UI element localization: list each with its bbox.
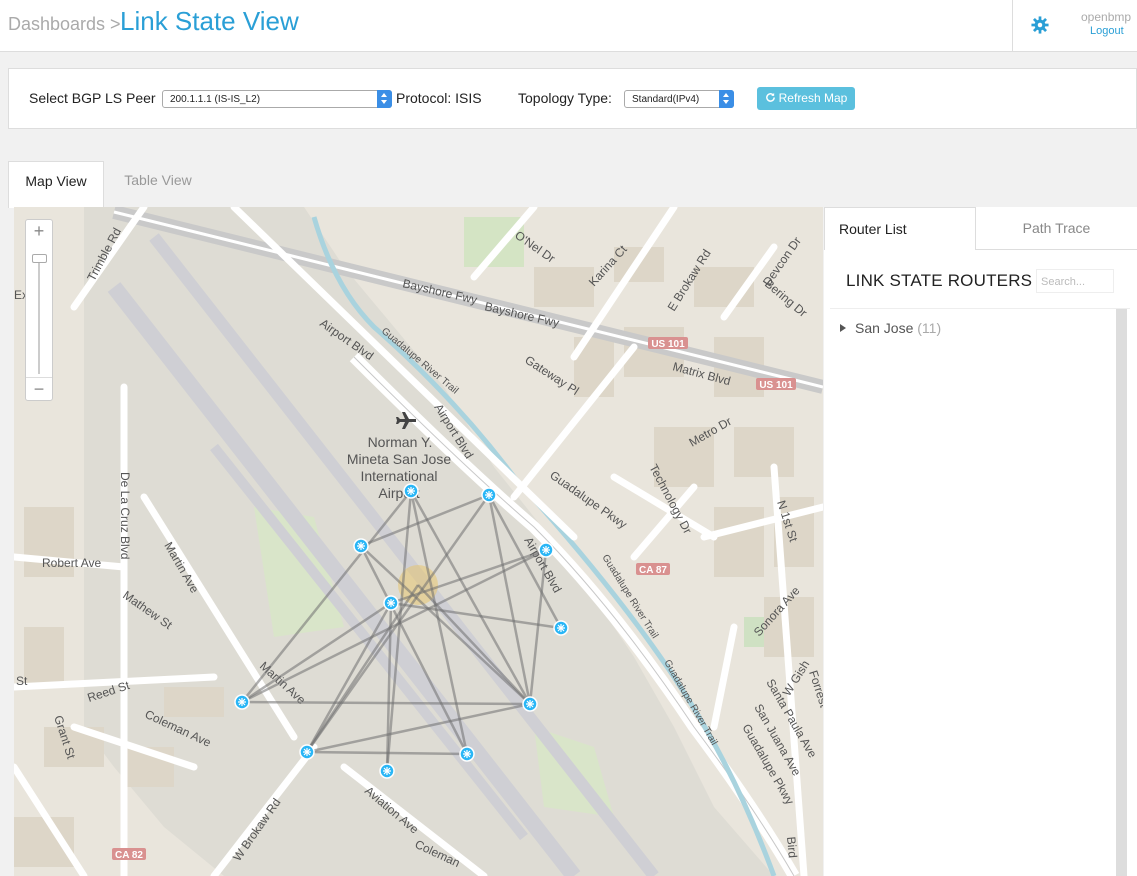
shield-label: CA 82 bbox=[115, 850, 143, 861]
svg-text:Robert Ave: Robert Ave bbox=[42, 556, 101, 570]
page-title: Link State View bbox=[120, 6, 299, 36]
router-node bbox=[299, 744, 315, 760]
logout-link[interactable]: Logout bbox=[1090, 25, 1124, 37]
sidebar-scrollbar[interactable] bbox=[1116, 309, 1127, 876]
group-count: (11) bbox=[917, 320, 942, 336]
svg-text:International: International bbox=[360, 468, 437, 484]
router-node bbox=[234, 694, 250, 710]
router-node bbox=[459, 746, 475, 762]
controls-panel: Select BGP LS Peer 200.1.1.1 (IS-IS_L2) … bbox=[8, 68, 1137, 129]
topology-select[interactable]: Standard(IPv4) bbox=[624, 90, 734, 108]
router-node bbox=[383, 595, 399, 611]
zoom-control: + − bbox=[25, 219, 53, 401]
breadcrumb-dashboards[interactable]: Dashboards > bbox=[8, 14, 121, 35]
protocol-label: Protocol: ISIS bbox=[396, 90, 482, 106]
svg-text:Norman Y.: Norman Y. bbox=[368, 434, 433, 450]
refresh-icon bbox=[765, 92, 775, 102]
router-node bbox=[522, 696, 538, 712]
router-node bbox=[538, 542, 554, 558]
router-search-input[interactable]: Search... bbox=[1036, 269, 1114, 293]
refresh-map-button[interactable]: Refresh Map bbox=[757, 87, 855, 110]
tab-map-view[interactable]: Map View bbox=[8, 161, 104, 208]
svg-text:Bird: Bird bbox=[784, 836, 800, 858]
router-node bbox=[553, 620, 569, 636]
topology-label: Topology Type: bbox=[518, 90, 612, 106]
router-node bbox=[481, 487, 497, 503]
refresh-map-label: Refresh Map bbox=[778, 91, 848, 105]
select-arrows-icon bbox=[719, 90, 734, 108]
svg-text:St: St bbox=[16, 674, 28, 688]
router-sidebar: Router List Path Trace LINK STATE ROUTER… bbox=[824, 207, 1137, 876]
shield-label: US 101 bbox=[759, 380, 793, 391]
zoom-slider-track[interactable] bbox=[38, 256, 40, 374]
svg-text:De La Cruz Blvd: De La Cruz Blvd bbox=[118, 472, 132, 559]
select-arrows-icon bbox=[377, 90, 392, 108]
divider bbox=[830, 308, 1130, 309]
group-name: San Jose bbox=[855, 320, 914, 336]
peer-select-value: 200.1.1.1 (IS-IS_L2) bbox=[170, 94, 261, 105]
tree-item-san-jose[interactable]: San Jose (11) bbox=[840, 320, 941, 336]
map-svg: US 101 US 101 CA 87 CA 82 Trimble Rd Bay… bbox=[14, 207, 823, 876]
zoom-slider-handle[interactable] bbox=[32, 254, 47, 263]
caret-right-icon bbox=[840, 324, 846, 332]
shield-label: CA 87 bbox=[639, 565, 667, 576]
svg-text:Mineta San Jose: Mineta San Jose bbox=[347, 451, 451, 467]
gear-icon[interactable] bbox=[1031, 16, 1049, 34]
router-node bbox=[403, 483, 419, 499]
peer-select[interactable]: 200.1.1.1 (IS-IS_L2) bbox=[162, 90, 392, 108]
router-node bbox=[353, 538, 369, 554]
top-bar: Dashboards > Link State View openbmp Log… bbox=[0, 0, 1137, 52]
link-state-routers-heading: LINK STATE ROUTERS bbox=[846, 271, 1033, 290]
user-area: openbmp Logout bbox=[1012, 0, 1137, 51]
topology-select-value: Standard(IPv4) bbox=[632, 94, 700, 105]
tab-table-view[interactable]: Table View bbox=[104, 161, 212, 200]
peer-label: Select BGP LS Peer bbox=[29, 90, 156, 106]
zoom-out-button[interactable]: − bbox=[26, 377, 52, 400]
tab-path-trace[interactable]: Path Trace bbox=[976, 207, 1137, 250]
map-canvas[interactable]: US 101 US 101 CA 87 CA 82 Trimble Rd Bay… bbox=[14, 207, 823, 876]
shield-label: US 101 bbox=[651, 339, 685, 350]
router-node bbox=[379, 763, 395, 779]
zoom-in-button[interactable]: + bbox=[26, 220, 52, 242]
username: openbmp bbox=[1081, 10, 1132, 24]
tab-router-list[interactable]: Router List bbox=[824, 207, 976, 250]
